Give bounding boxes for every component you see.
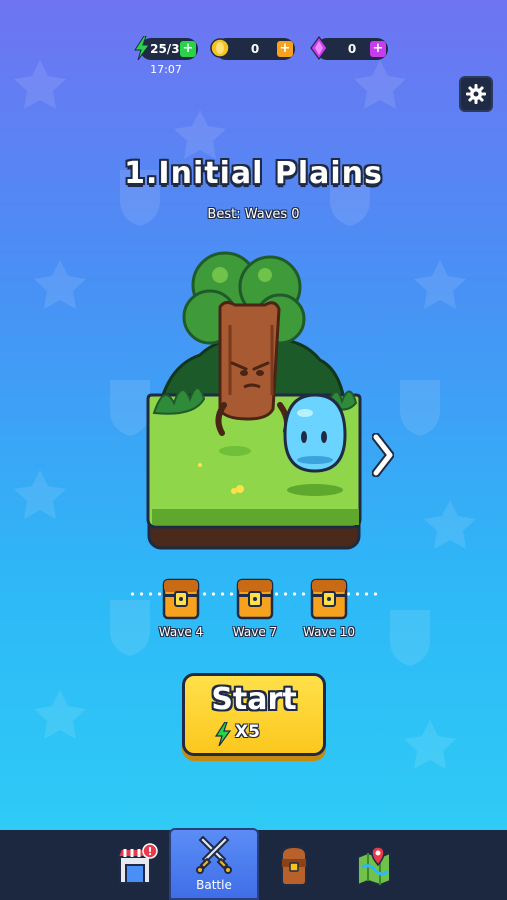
add-energy-button[interactable]: + bbox=[180, 41, 196, 57]
reward-chest[interactable] bbox=[309, 574, 349, 622]
game-screen: 25/30 + 17:07 0 + 0 + 1.Initial Plains B… bbox=[0, 0, 507, 900]
settings-button[interactable] bbox=[459, 76, 493, 112]
best-wave-label: Best: Waves 0 bbox=[207, 207, 300, 222]
start-label: Start bbox=[211, 682, 297, 717]
reward-label: Wave 10 bbox=[302, 625, 356, 639]
nav-shop[interactable]: ! bbox=[96, 830, 176, 900]
crossed-swords-icon bbox=[196, 836, 232, 874]
level-preview-island[interactable] bbox=[140, 245, 365, 555]
reward-chest[interactable] bbox=[235, 574, 275, 622]
map-icon bbox=[357, 846, 391, 887]
energy-cost: X5 bbox=[235, 722, 260, 742]
start-button[interactable]: Start X5 bbox=[182, 673, 326, 756]
shop-badge: ! bbox=[147, 845, 152, 858]
bottom-navigation: ! Battle bbox=[0, 828, 507, 900]
gold-counter: 0 + bbox=[210, 38, 295, 60]
reward-label: Wave 4 bbox=[158, 625, 204, 639]
next-level-chevron-right-icon[interactable] bbox=[372, 433, 394, 477]
treasure-chest-icon bbox=[162, 578, 200, 620]
treasure-chest-icon bbox=[310, 578, 348, 620]
energy-counter: 25/30 + bbox=[134, 36, 198, 60]
reward-label: Wave 7 bbox=[232, 625, 278, 639]
add-gem-button[interactable]: + bbox=[370, 41, 386, 57]
energy-timer: 17:07 bbox=[150, 63, 182, 76]
nav-map[interactable] bbox=[334, 830, 414, 900]
nav-battle-label: Battle bbox=[196, 878, 232, 892]
nav-battle[interactable]: Battle bbox=[169, 828, 259, 900]
reward-chest[interactable] bbox=[161, 574, 201, 622]
lightning-icon bbox=[215, 722, 231, 746]
shop-icon: ! bbox=[116, 843, 158, 884]
treasure-chest-icon bbox=[236, 578, 274, 620]
nav-inventory[interactable] bbox=[254, 830, 334, 900]
backpack-icon bbox=[281, 845, 307, 886]
gear-icon bbox=[466, 84, 486, 104]
add-gold-button[interactable]: + bbox=[277, 41, 293, 57]
level-title: 1.Initial Plains bbox=[124, 156, 383, 191]
gem-counter: 0 + bbox=[310, 36, 388, 60]
